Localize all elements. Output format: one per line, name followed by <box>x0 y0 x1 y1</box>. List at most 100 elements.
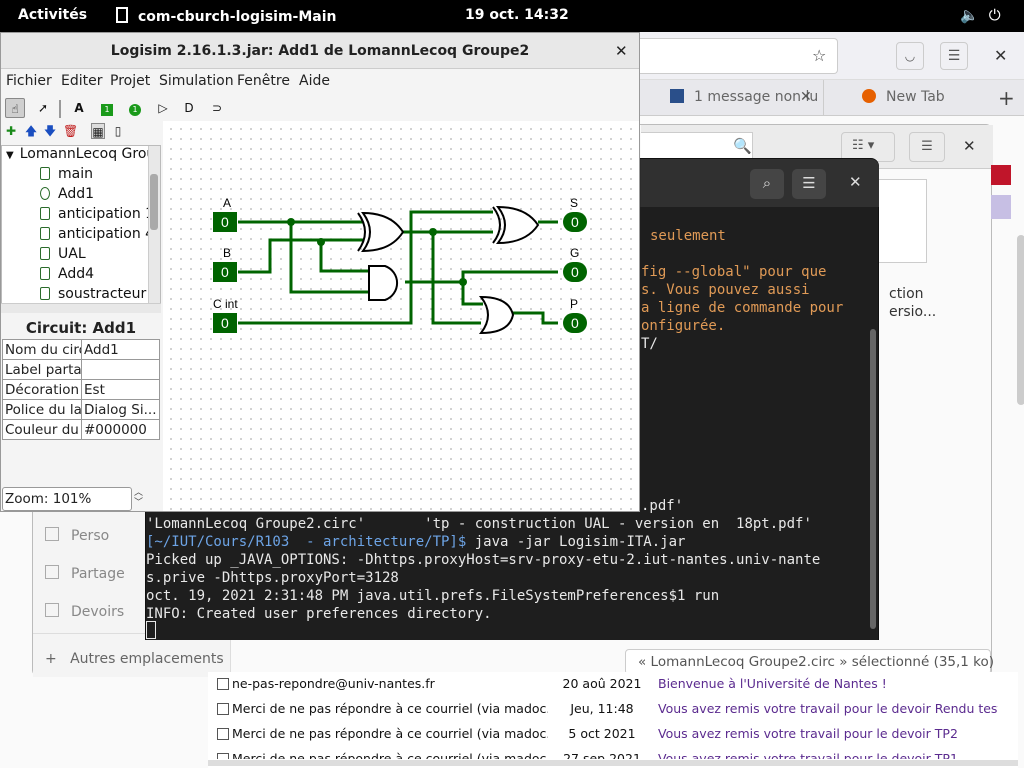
mail-row[interactable]: Merci de ne pas répondre à ce courriel (… <box>208 722 1018 747</box>
attr-value[interactable]: Dialog Si... <box>81 399 160 420</box>
app-menu[interactable]: com-cburch-logisim-Main <box>116 7 337 25</box>
attr-row[interactable]: Label partagé <box>2 359 160 380</box>
xor-gate-1[interactable] <box>361 211 405 253</box>
add-circuit-icon[interactable]: ✚ <box>4 123 18 139</box>
attr-value[interactable]: #000000 <box>81 419 160 440</box>
zoom-field[interactable]: Zoom: 101% <box>2 487 132 511</box>
url-bar[interactable] <box>640 38 838 74</box>
power-icon[interactable]: ⏻ <box>989 6 1011 24</box>
clock[interactable]: 19 oct. 14:32 <box>465 7 569 23</box>
select-tool-icon[interactable]: ➚ <box>33 98 53 118</box>
attr-row[interactable]: Décoration Est <box>2 379 160 400</box>
checkbox[interactable] <box>217 728 229 740</box>
new-tab-icon[interactable]: + <box>998 86 1015 110</box>
menu-simulation[interactable]: Simulation <box>159 73 234 89</box>
and-gate[interactable] <box>368 265 399 301</box>
other-places[interactable]: + Autres emplacements <box>45 651 224 667</box>
mail-subject[interactable]: Vous avez remis votre travail pour le de… <box>658 701 998 716</box>
menu-aide[interactable]: Aide <box>299 73 330 89</box>
gates <box>357 205 540 335</box>
pocket-icon[interactable]: ◡ <box>896 42 924 70</box>
tree-hscrollbar[interactable] <box>1 303 161 313</box>
zoom-spinner[interactable]: ︿ ﹀ <box>134 488 143 508</box>
input-pin-icon[interactable]: 1 <box>97 98 117 118</box>
or-gate[interactable] <box>478 295 515 335</box>
checkbox[interactable] <box>217 678 229 690</box>
appearance-view-icon[interactable]: ▯ <box>111 123 125 139</box>
terminal-scrollbar[interactable] <box>870 329 876 629</box>
attr-value[interactable]: Est <box>81 379 160 400</box>
tree-item-add1[interactable]: Add1 <box>2 186 94 202</box>
terminal-menu-icon[interactable]: ☰ <box>792 169 826 199</box>
tab-close-icon[interactable]: ✕ <box>800 89 812 105</box>
attr-row[interactable]: Police du labelDialog Si... <box>2 399 160 420</box>
wire <box>513 311 558 325</box>
circuit-diagram[interactable]: A 0 B 0 C int 0 S 0 G 0 P 0 <box>163 121 639 511</box>
move-down-icon[interactable]: 🡇 <box>43 123 57 139</box>
tree-root[interactable]: ▼ LomannLecoq Groupe2 <box>6 146 160 162</box>
mail-subject[interactable]: Vous avez remis votre travail pour le de… <box>658 726 998 741</box>
spin-up-icon[interactable]: ︿ <box>134 488 143 498</box>
poke-tool-icon[interactable]: ☝ <box>5 98 25 118</box>
tab-new-tab[interactable]: New Tab <box>862 89 945 105</box>
scrollbar[interactable] <box>1017 235 1024 405</box>
not-gate-icon[interactable]: ▷ <box>153 98 173 118</box>
tree-item-soustracteur[interactable]: soustracteur <box>2 286 146 302</box>
tree-item-anticipation1[interactable]: anticipation 1 <box>2 206 154 222</box>
tree-item-add4[interactable]: Add4 <box>2 266 94 282</box>
attr-name: Label partagé <box>2 359 82 380</box>
menu-projet[interactable]: Projet <box>110 73 150 89</box>
mail-row[interactable]: Merci de ne pas répondre à ce courriel (… <box>208 697 1018 722</box>
attr-row[interactable]: Couleur du label#000000 <box>2 419 160 440</box>
close-icon[interactable]: ✕ <box>994 46 1007 65</box>
spin-down-icon[interactable]: ﹀ <box>134 498 143 508</box>
output-pin-icon[interactable]: 1 <box>125 98 145 118</box>
mail-row[interactable]: ne-pas-repondre@univ-nantes.fr 20 aoû 202… <box>208 672 1018 697</box>
menu-fichier[interactable]: Fichier <box>6 73 52 89</box>
close-icon[interactable]: ✕ <box>849 173 862 191</box>
sidebar-item-partage[interactable]: Partage <box>45 565 125 582</box>
files-menu-icon[interactable]: ☰ <box>909 132 945 162</box>
menu-fenetre[interactable]: Fenêtre <box>237 73 290 89</box>
and-gate-icon[interactable]: D <box>179 98 199 118</box>
mail-from: Merci de ne pas répondre à ce courriel (… <box>232 751 548 759</box>
mail-from: ne-pas-repondre@univ-nantes.fr <box>232 676 435 691</box>
volume-icon[interactable]: 🔈 <box>960 6 989 24</box>
search-icon[interactable]: ⌕ <box>750 169 784 199</box>
file-thumbnail[interactable] <box>875 179 927 263</box>
sidebar-item-perso[interactable]: Perso <box>45 527 109 544</box>
system-tray[interactable]: 🔈⏻ <box>960 6 1011 24</box>
close-icon[interactable]: ✕ <box>963 137 976 155</box>
bookmark-star-icon[interactable]: ☆ <box>812 46 826 65</box>
horizontal-scrollbar[interactable] <box>208 760 1018 766</box>
mail-subject[interactable]: Bienvenue à l'Université de Nantes ! <box>658 676 998 691</box>
tree-item-anticipation4[interactable]: anticipation 4 <box>2 226 154 242</box>
firefox-menu-icon[interactable]: ☰ <box>940 42 968 70</box>
delete-icon[interactable]: 🗑 <box>63 123 78 139</box>
tree-scroll-thumb[interactable] <box>150 174 158 230</box>
attr-value[interactable]: Add1 <box>81 339 160 360</box>
circuit-canvas[interactable]: A 0 B 0 C int 0 S 0 G 0 P 0 <box>163 121 639 511</box>
text-tool-icon[interactable]: A <box>69 98 89 118</box>
other-places-label: Autres emplacements <box>70 651 224 667</box>
checkbox[interactable] <box>217 753 229 759</box>
checkbox[interactable] <box>217 703 229 715</box>
or-gate-icon[interactable]: ⊃ <box>207 98 227 118</box>
terminal-line: seulement <box>650 228 726 244</box>
mail-row[interactable]: Merci de ne pas répondre à ce courriel (… <box>208 747 1018 759</box>
collapse-icon[interactable]: ▼ <box>6 150 14 161</box>
menu-editer[interactable]: Editer <box>61 73 102 89</box>
close-icon[interactable]: ✕ <box>615 42 628 60</box>
search-icon[interactable]: 🔍 <box>733 137 752 155</box>
layout-view-icon[interactable]: ▦ <box>91 123 105 139</box>
move-up-icon[interactable]: 🡅 <box>24 123 38 139</box>
tree-item-label: Add4 <box>58 266 95 282</box>
attr-value[interactable] <box>81 359 160 380</box>
tree-item-main[interactable]: main <box>2 166 93 182</box>
mail-subject[interactable]: Vous avez remis votre travail pour le de… <box>658 751 998 759</box>
xor-gate-2[interactable] <box>495 205 540 245</box>
tree-item-ual[interactable]: UAL <box>2 246 86 262</box>
activities-button[interactable]: Activités <box>18 7 87 23</box>
sidebar-item-devoirs[interactable]: Devoirs <box>45 603 124 620</box>
attr-row[interactable]: Nom du circuitAdd1 <box>2 339 160 360</box>
